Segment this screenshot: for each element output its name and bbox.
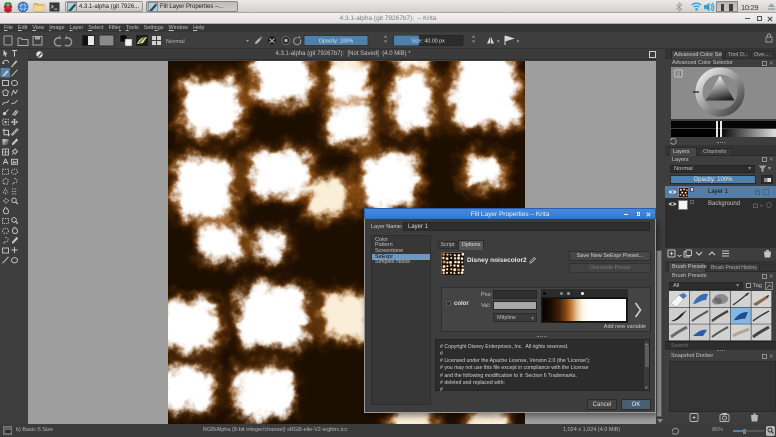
svg-text:Size: 40.00 px: Size: 40.00 px	[411, 39, 445, 45]
svg-text:Opacity: 100%: Opacity: 100%	[319, 39, 354, 45]
svg-text:a: a	[760, 203, 763, 208]
svg-text:Normal: Normal	[166, 39, 185, 45]
